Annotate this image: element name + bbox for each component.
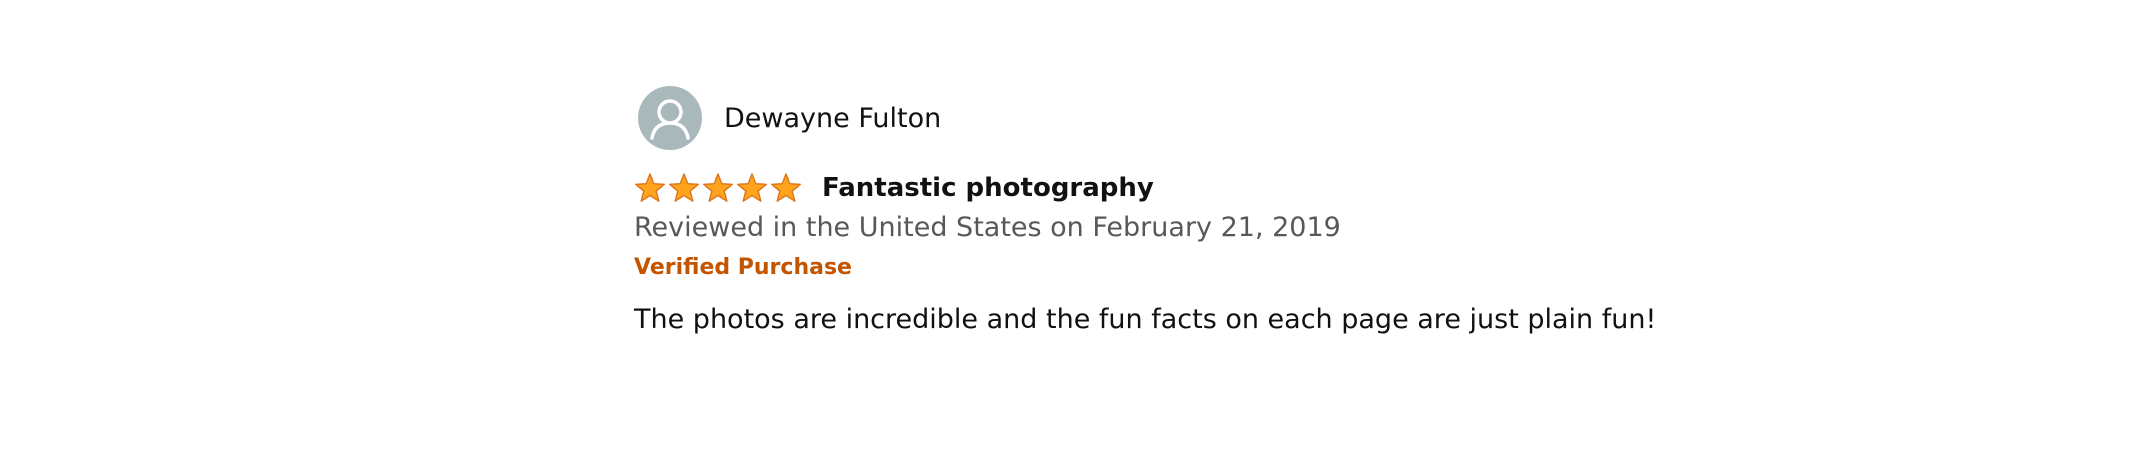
star-filled-icon — [770, 173, 802, 202]
review-heading: Fantastic photography — [634, 170, 1734, 206]
review-card: Dewayne Fulton Fantastic photography Rev… — [634, 84, 1734, 335]
review-body: The photos are incredible and the fun fa… — [634, 304, 1657, 335]
reviewer-name[interactable]: Dewayne Fulton — [724, 103, 941, 134]
avatar[interactable] — [638, 86, 702, 150]
star-filled-icon — [634, 173, 666, 202]
review-title[interactable]: Fantastic photography — [822, 173, 1154, 203]
star-filled-icon — [736, 173, 768, 202]
review-date: Reviewed in the United States on Februar… — [634, 212, 1341, 243]
star-rating[interactable] — [634, 172, 802, 204]
person-silhouette-icon — [650, 99, 690, 140]
reviewer-profile[interactable]: Dewayne Fulton — [634, 84, 1734, 152]
star-filled-icon — [702, 173, 734, 202]
star-filled-icon — [668, 173, 700, 202]
verified-purchase-badge[interactable]: Verified Purchase — [634, 255, 1734, 280]
